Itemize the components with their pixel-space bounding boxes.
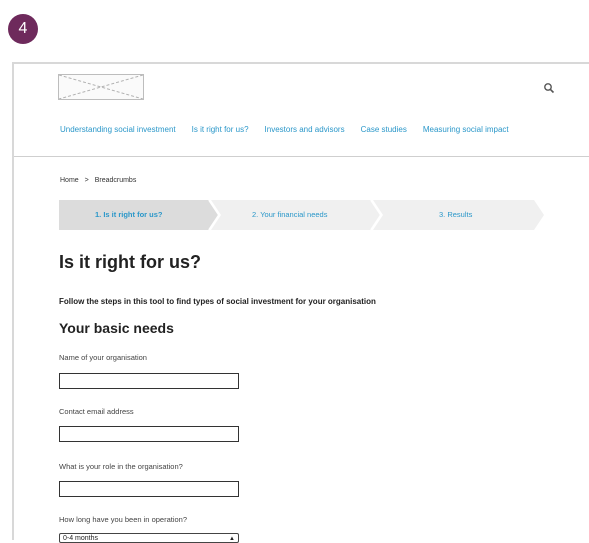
section-title: Your basic needs: [59, 320, 174, 336]
header-divider: [14, 156, 589, 157]
org-name-label: Name of your organisation: [59, 353, 147, 362]
browser-frame: Understanding social investment Is it ri…: [12, 62, 589, 543]
page-title: Is it right for us?: [59, 252, 201, 272]
role-input[interactable]: [59, 481, 239, 497]
select-arrow-icon: ▲: [229, 536, 235, 542]
duration-label: How long have you been in operation?: [59, 515, 188, 524]
breadcrumb-home-link[interactable]: Home: [60, 177, 79, 184]
progress-steps: 1. Is it right for us? 2. Your financial…: [59, 200, 544, 230]
search-icon[interactable]: [543, 82, 555, 94]
intro-text: Follow the steps in this tool to find ty…: [59, 297, 376, 306]
main-navigation: Understanding social investment Is it ri…: [60, 125, 509, 134]
breadcrumb-separator: >: [84, 177, 89, 184]
duration-select[interactable]: 0-4 months ▲: [59, 533, 239, 543]
breadcrumb-current: Breadcrumbs: [94, 177, 137, 184]
nav-understanding-social-investment[interactable]: Understanding social investment: [60, 125, 176, 134]
step-number-badge: 4: [8, 14, 38, 44]
logo-placeholder[interactable]: [58, 74, 144, 100]
email-label: Contact email address: [59, 407, 134, 416]
role-label: What is your role in the organisation?: [59, 462, 183, 471]
nav-measuring-social-impact[interactable]: Measuring social impact: [423, 125, 509, 134]
org-name-input[interactable]: [59, 373, 239, 389]
duration-selected-value: 0-4 months: [63, 535, 99, 542]
nav-is-it-right-for-us[interactable]: Is it right for us?: [192, 125, 249, 134]
step-3-label[interactable]: 3. Results: [439, 210, 472, 219]
breadcrumb: Home > Breadcrumbs: [60, 177, 140, 184]
nav-case-studies[interactable]: Case studies: [361, 125, 407, 134]
nav-investors-and-advisors[interactable]: Investors and advisors: [265, 125, 345, 134]
step-1-label[interactable]: 1. Is it right for us?: [95, 210, 163, 219]
email-input[interactable]: [59, 426, 239, 442]
step-2-label[interactable]: 2. Your financial needs: [252, 210, 327, 219]
image-placeholder-icon: [59, 75, 143, 99]
